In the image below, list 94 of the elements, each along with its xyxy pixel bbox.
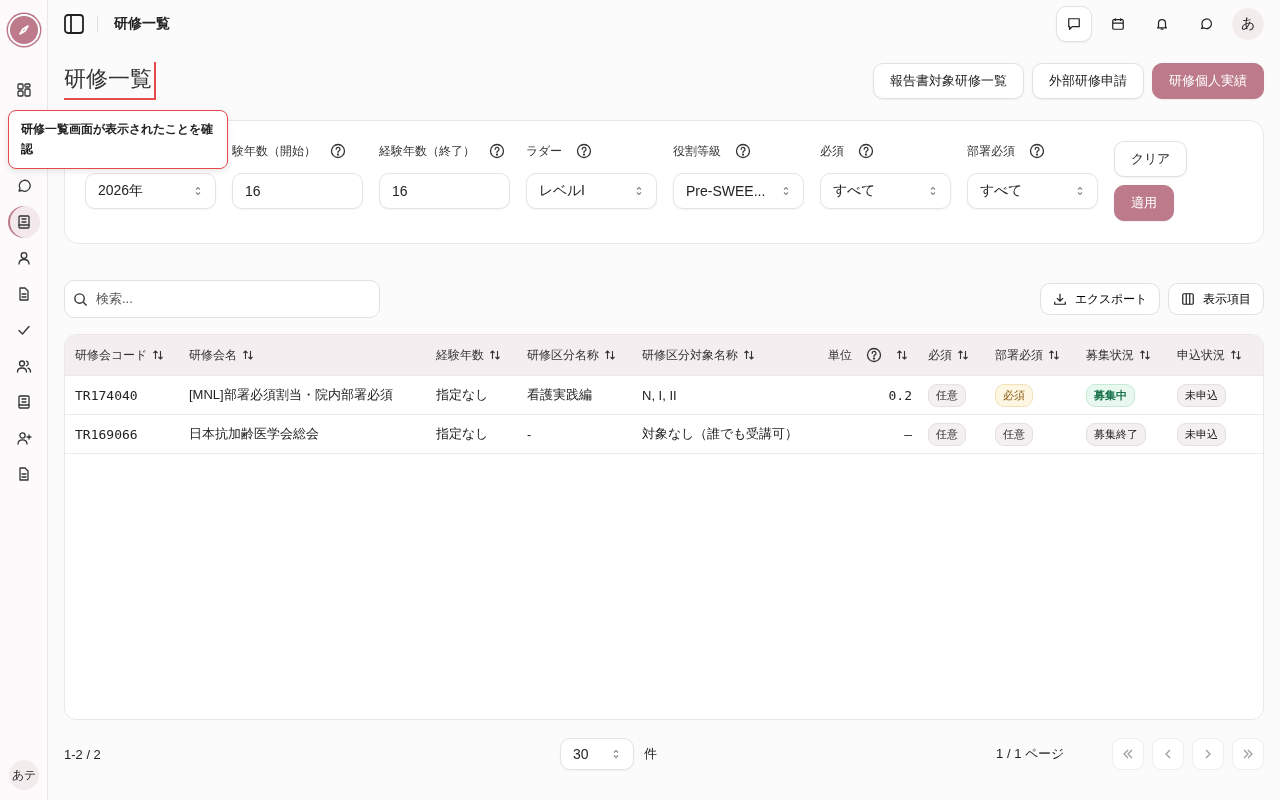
column-header[interactable]: 経験年数 (436, 347, 484, 363)
sort-icon[interactable] (242, 349, 254, 361)
select-field[interactable]: レベルI (526, 173, 657, 209)
page-info: 1 / 1 ページ (996, 745, 1064, 763)
download-icon (1053, 292, 1067, 306)
user-avatar[interactable]: あ (1232, 8, 1264, 40)
double-chevron-right-icon (1241, 747, 1255, 761)
filter-label: 経験年数（終了） (379, 142, 475, 160)
filter-label: ラダー (526, 142, 562, 160)
table-cell: 日本抗加齢医学会総会 (189, 425, 319, 443)
column-header[interactable]: 研修区分対象名称 (642, 347, 738, 363)
columns-icon (1181, 292, 1195, 306)
page-title: 研修一覧 (64, 62, 156, 100)
sort-icon[interactable] (604, 349, 616, 361)
user-avatar[interactable]: あテ (8, 760, 39, 790)
annotation-tooltip: 研修一覧画面が表示されたことを確認 (8, 110, 228, 169)
calendar-icon (1111, 17, 1125, 31)
table-cell: - (527, 426, 532, 442)
status-badge: 任意 (995, 422, 1033, 446)
chat-icon (1199, 17, 1213, 31)
status-badge: 未申込 (1177, 383, 1226, 407)
sort-icon[interactable] (896, 349, 908, 361)
page-size-select[interactable]: 30 (560, 738, 634, 770)
page-size-unit: 件 (644, 745, 657, 763)
filter-label: 役割等級 (673, 142, 721, 160)
sidebar-toggle-icon[interactable] (63, 13, 85, 35)
status-badge: 必須 (995, 383, 1033, 407)
filter-label: 験年数（開始） (232, 142, 316, 160)
chevron-icon (928, 185, 938, 197)
chat-icon (1067, 17, 1081, 31)
sort-icon[interactable] (489, 349, 501, 361)
action-button[interactable]: 報告書対象研修一覧 (873, 63, 1024, 99)
select-field[interactable]: すべて (820, 173, 951, 209)
input-field[interactable]: 16 (232, 173, 363, 209)
columns-button[interactable]: 表示項目 (1168, 283, 1264, 315)
select-field[interactable]: 2026年 (85, 173, 216, 209)
table-cell: TR169066 (75, 426, 138, 442)
table-cell: – (904, 426, 912, 442)
action-button[interactable]: 外部研修申請 (1032, 63, 1144, 99)
table-cell: 0.2 (888, 387, 912, 403)
search-field[interactable]: 検索... (64, 280, 380, 318)
table-cell: TR174040 (75, 387, 138, 403)
sort-icon[interactable] (743, 349, 755, 361)
breadcrumb: 研修一覧 (114, 15, 170, 33)
book-icon[interactable] (7, 206, 40, 238)
help-icon[interactable] (866, 347, 882, 363)
select-field[interactable]: すべて (967, 173, 1098, 209)
filter-label: 必須 (820, 142, 844, 160)
bell-icon (1155, 17, 1169, 31)
sort-icon[interactable] (1048, 349, 1060, 361)
filter-label: 部署必須 (967, 142, 1015, 160)
table-cell: 指定なし (436, 425, 488, 443)
help-icon[interactable] (1029, 143, 1045, 159)
status-badge: 未申込 (1177, 422, 1226, 446)
search-icon (73, 291, 88, 307)
chevron-icon (634, 185, 644, 197)
help-icon[interactable] (576, 143, 592, 159)
chat-button[interactable] (1056, 6, 1092, 42)
help-icon[interactable] (858, 143, 874, 159)
column-header[interactable]: 申込状況 (1177, 347, 1225, 363)
help-icon[interactable] (735, 143, 751, 159)
status-badge: 任意 (928, 383, 966, 407)
status-badge: 任意 (928, 422, 966, 446)
chevron-icon (611, 748, 621, 760)
help-icon[interactable] (330, 143, 346, 159)
column-header[interactable]: 研修会名 (189, 347, 237, 363)
sort-icon[interactable] (152, 349, 164, 361)
sort-icon[interactable] (1139, 349, 1151, 361)
result-count: 1-2 / 2 (64, 746, 102, 762)
select-field[interactable]: Pre-SWEE... (673, 173, 804, 209)
chevron-icon (193, 185, 203, 197)
column-header[interactable]: 単位 (828, 347, 852, 363)
column-header[interactable]: 必須 (928, 347, 952, 363)
sort-icon[interactable] (1230, 349, 1242, 361)
column-header[interactable]: 研修会コード (75, 347, 147, 363)
sort-icon[interactable] (957, 349, 969, 361)
table-cell: [MNL]部署必須割当・院内部署必須 (189, 386, 393, 404)
help-icon[interactable] (489, 143, 505, 159)
chevron-icon (1075, 185, 1085, 197)
export-button[interactable]: エクスポート (1040, 283, 1160, 315)
chevron-icon (781, 185, 791, 197)
column-header[interactable]: 部署必須 (995, 347, 1043, 363)
status-badge: 募集中 (1086, 383, 1135, 407)
table-cell: 対象なし（誰でも受講可） (642, 425, 798, 443)
clear-button[interactable]: クリア (1114, 141, 1187, 177)
table-cell: 看護実践編 (527, 386, 592, 404)
status-badge: 募集終了 (1086, 422, 1146, 446)
logo-icon[interactable] (9, 16, 38, 44)
column-header[interactable]: 募集状況 (1086, 347, 1134, 363)
table-cell: 指定なし (436, 386, 488, 404)
column-header[interactable]: 研修区分名称 (527, 347, 599, 363)
double-chevron-left-icon (1121, 747, 1135, 761)
input-field[interactable]: 16 (379, 173, 510, 209)
table-cell: N, I, II (642, 387, 677, 403)
